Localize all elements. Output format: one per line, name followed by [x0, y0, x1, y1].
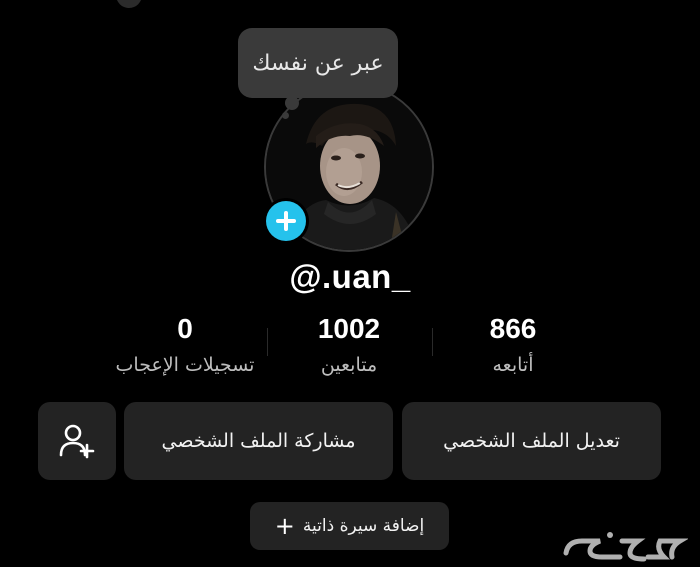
stat-following[interactable]: 866 أتابعه — [433, 312, 593, 376]
add-bio-label: إضافة سيرة ذاتية — [302, 516, 425, 536]
add-bio-button[interactable]: إضافة سيرة ذاتية + — [250, 502, 449, 550]
plus-icon — [266, 201, 306, 241]
username: @.uan_ — [289, 258, 411, 295]
share-profile-label: مشاركة الملف الشخصي — [161, 430, 356, 452]
stat-likes[interactable]: 0 تسجيلات الإعجاب — [105, 312, 265, 376]
plus-icon: + — [274, 512, 295, 540]
bubble-tail-small — [282, 112, 289, 119]
edit-profile-button[interactable]: تعديل الملف الشخصي — [402, 402, 661, 480]
add-user-icon — [59, 424, 95, 459]
stat-followers[interactable]: 1002 متابعين — [269, 312, 429, 376]
share-profile-button[interactable]: مشاركة الملف الشخصي — [124, 402, 393, 480]
followers-label: متابعين — [320, 354, 378, 376]
followers-count: 1002 — [317, 313, 381, 344]
likes-label: تسجيلات الإعجاب — [115, 354, 255, 376]
add-friend-button[interactable] — [38, 402, 116, 480]
following-count: 866 — [489, 313, 537, 344]
bio-prompt-bubble[interactable]: عبر عن نفسك — [238, 28, 398, 98]
add-avatar-button[interactable] — [263, 198, 309, 244]
following-label: أتابعه — [492, 354, 534, 376]
edit-profile-label: تعديل الملف الشخصي — [443, 430, 620, 452]
stat-divider — [432, 328, 433, 356]
bio-prompt-text: عبر عن نفسك — [252, 50, 384, 76]
likes-count: 0 — [177, 313, 193, 344]
profile-screen: عبر عن نفسك @.uan_ 866 أتابعه 1002 متابع… — [0, 0, 700, 567]
haraj-watermark-logo — [563, 532, 688, 562]
top-status-dot — [116, 0, 142, 8]
stat-divider — [267, 328, 268, 356]
bubble-tail — [285, 96, 299, 110]
